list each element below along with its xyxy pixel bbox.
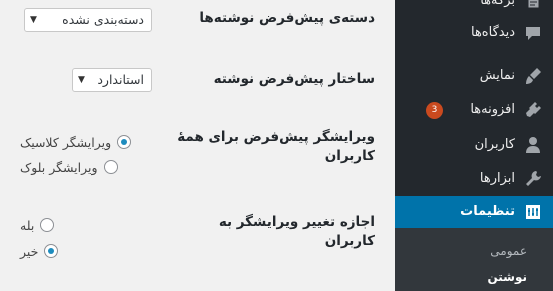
settings-icon (521, 202, 543, 224)
block-editor-option[interactable]: ویرایشگر بلوک (20, 158, 118, 176)
plugins-update-badge: 3 (426, 102, 443, 119)
comments-icon (521, 23, 543, 45)
sidebar-item-label: کاربران (474, 137, 515, 152)
allow-switch-no-radio[interactable] (44, 244, 59, 258)
active-menu-indicator (387, 205, 395, 221)
allow-switch-yes-label: بله (20, 217, 35, 233)
appearance-brush-icon (521, 66, 543, 88)
sidebar-item-label: افزونه‌ها (470, 102, 515, 117)
allow-switch-no-label: خیر (20, 243, 39, 259)
default-format-label: ساختار پیش‌فرض نوشته (213, 71, 375, 87)
sidebar-item-label: برگه‌ها (480, 0, 515, 8)
sidebar-item-label: تنظیمات (460, 204, 515, 219)
default-editor-label: ویرایشگر پیش‌فرض برای همهٔ کاربران (175, 128, 375, 166)
writing-settings-panel: دسته‌ی پیش‌فرض نوشته‌ها دسته‌بندی نشده ▼… (0, 0, 395, 291)
sidebar-item-settings[interactable]: تنظیمات (387, 196, 553, 230)
default-format-selected: استاندارد (97, 72, 144, 87)
admin-sidebar: برگه‌ها دیدگاه‌ها نمایش افزونه‌ها 3 کارب… (387, 0, 553, 291)
classic-editor-radio[interactable] (117, 135, 132, 149)
chevron-down-icon: ▼ (78, 75, 85, 85)
allow-switch-yes-radio[interactable] (40, 218, 55, 232)
block-editor-label: ویرایشگر بلوک (20, 159, 98, 175)
sidebar-item-plugins[interactable]: افزونه‌ها 3 (395, 94, 553, 128)
sidebar-item-appearance[interactable]: نمایش (395, 60, 553, 94)
sidebar-item-tools[interactable]: ابزارها (395, 163, 553, 197)
allow-switch-yes-option[interactable]: بله (20, 216, 55, 234)
default-format-select[interactable]: استاندارد ▼ (72, 68, 152, 92)
plugins-icon (521, 100, 543, 122)
users-icon (521, 135, 543, 157)
default-editor-label-line2: کاربران (324, 148, 375, 164)
settings-submenu: عمومی نوشتن (395, 228, 553, 291)
classic-editor-label: ویرایشگر کلاسیک (20, 134, 112, 150)
submenu-item-general[interactable]: عمومی (490, 244, 527, 258)
default-category-select[interactable]: دسته‌بندی نشده ▼ (24, 8, 152, 32)
pages-icon (521, 0, 543, 13)
sidebar-item-label: ابزارها (479, 171, 515, 186)
submenu-item-writing[interactable]: نوشتن (487, 270, 527, 284)
classic-editor-option[interactable]: ویرایشگر کلاسیک (20, 133, 132, 151)
block-editor-radio[interactable] (103, 160, 118, 174)
sidebar-item-users[interactable]: کاربران (395, 129, 553, 163)
allow-switch-label-line1: اجازه تغییر ویرایشگر به (218, 214, 375, 230)
chevron-down-icon: ▼ (30, 15, 37, 25)
sidebar-item-label: دیدگاه‌ها (470, 25, 515, 40)
allow-switch-label: اجازه تغییر ویرایشگر به کاربران (175, 213, 375, 251)
default-category-selected: دسته‌بندی نشده (62, 12, 144, 27)
default-category-label: دسته‌ی پیش‌فرض نوشته‌ها (199, 10, 375, 26)
tools-wrench-icon (521, 169, 543, 191)
allow-switch-label-line2: کاربران (324, 233, 375, 249)
allow-switch-no-option[interactable]: خیر (20, 242, 59, 260)
sidebar-item-comments[interactable]: دیدگاه‌ها (395, 17, 553, 51)
sidebar-item-label: نمایش (479, 68, 515, 83)
default-editor-label-line1: ویرایشگر پیش‌فرض برای همهٔ (177, 129, 375, 145)
